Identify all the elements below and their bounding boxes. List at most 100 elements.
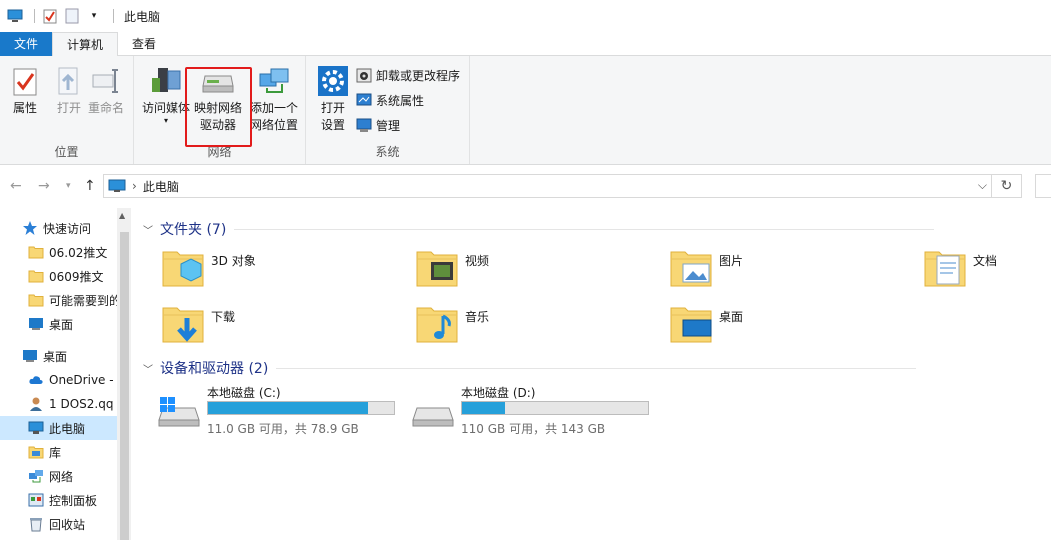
folder-item[interactable]: 文档 — [923, 246, 1051, 296]
up-arrow-icon[interactable]: ↑ — [84, 178, 96, 194]
drive-item[interactable]: 本地磁盘 (D:) 110 GB 可用，共 143 GB — [411, 384, 661, 438]
window-title: 此电脑 — [124, 9, 161, 24]
sidebar-item-label: 桌面 — [43, 349, 68, 364]
properties-button[interactable]: 属性 — [8, 64, 42, 117]
folder-name: 图片 — [719, 254, 744, 268]
properties-icon[interactable] — [41, 7, 59, 25]
sidebar-item[interactable]: 网络 — [0, 464, 118, 488]
folders-section-header[interactable]: ﹀ 文件夹 (7) — [143, 219, 1043, 239]
group-label-location: 位置 — [54, 145, 79, 159]
cloud-icon — [28, 372, 44, 388]
settings-gear-icon — [316, 64, 350, 98]
sidebar-item-label: 此电脑 — [49, 421, 86, 436]
breadcrumb[interactable]: 此电脑 — [143, 178, 179, 195]
desktop-icon — [28, 316, 44, 332]
open-button[interactable]: 打开 — [52, 64, 86, 117]
folder-name: 音乐 — [465, 310, 490, 324]
uninstall-icon — [356, 68, 372, 83]
sidebar-item[interactable]: OneDrive - Pe — [0, 368, 118, 392]
recent-locations-dropdown-icon[interactable]: ▾ — [66, 181, 71, 191]
collapse-chevron-icon[interactable]: ﹀ — [143, 222, 153, 237]
system-properties-button[interactable]: 系统属性 — [356, 89, 424, 111]
sidebar-item-label: 快速访问 — [43, 221, 92, 236]
drive-name: 本地磁盘 (D:) — [461, 386, 536, 400]
uninstall-program-button[interactable]: 卸载或更改程序 — [356, 64, 460, 86]
sidebar-item[interactable]: 库 — [0, 440, 118, 464]
sidebar-item[interactable]: 桌面 — [0, 344, 118, 368]
tab-view[interactable]: 查看 — [118, 32, 170, 56]
collapse-chevron-icon[interactable]: ﹀ — [143, 361, 153, 376]
documents-folder-icon — [924, 251, 966, 287]
sidebar-item[interactable]: 快速访问 — [0, 216, 118, 240]
folder-item[interactable]: 3D 对象 — [161, 246, 401, 296]
folder-item[interactable]: 音乐 — [415, 302, 655, 352]
scrollbar-thumb[interactable] — [120, 232, 129, 540]
new-folder-icon[interactable] — [63, 7, 81, 25]
music-folder-icon — [416, 307, 458, 343]
separator — [34, 9, 35, 23]
star-icon — [22, 220, 38, 236]
drive-item[interactable]: 本地磁盘 (C:) 11.0 GB 可用，共 78.9 GB — [157, 384, 407, 438]
sidebar-item[interactable]: 控制面板 — [0, 488, 118, 512]
open-icon — [52, 64, 86, 98]
sidebar-item[interactable]: 可能需要到的 — [0, 288, 118, 312]
drive-free-space: 11.0 GB 可用，共 78.9 GB — [207, 422, 359, 436]
recycle-bin-icon — [28, 516, 44, 532]
title-bar: ▾ 此电脑 — [0, 0, 1051, 32]
drive-usage-fill — [208, 402, 368, 414]
sidebar-item-label: 1 DOS2.qq — [49, 397, 114, 411]
folder-item[interactable]: 桌面 — [669, 302, 909, 352]
folder-name: 3D 对象 — [211, 254, 256, 268]
navigation-pane: 快速访问06.02推文0609推文可能需要到的桌面桌面OneDrive - Pe… — [0, 208, 131, 540]
media-server-icon — [149, 64, 183, 98]
sidebar-item-label: 控制面板 — [49, 493, 98, 508]
sidebar-item[interactable]: 回收站 — [0, 512, 118, 536]
folder-name: 桌面 — [719, 310, 744, 324]
folder-item[interactable]: 视频 — [415, 246, 655, 296]
tab-file[interactable]: 文件 — [0, 32, 52, 56]
sidebar-item[interactable]: 0609推文 — [0, 264, 118, 288]
back-arrow-icon[interactable]: ← — [10, 178, 22, 194]
pc-icon[interactable] — [6, 7, 24, 25]
address-bar[interactable]: › 此电脑 ⌵ — [103, 174, 992, 198]
hard-drive-icon — [158, 397, 200, 427]
access-media-button[interactable]: 访问媒体 ▾ — [142, 64, 190, 125]
manage-button[interactable]: 管理 — [356, 114, 400, 136]
sidebar-item[interactable]: 桌面 — [0, 312, 118, 336]
sidebar-item-label: 0609推文 — [49, 269, 104, 284]
3d-objects-folder-icon — [162, 251, 204, 287]
address-dropdown-icon[interactable]: ⌵ — [978, 178, 987, 193]
sidebar-item[interactable]: 此电脑 — [0, 416, 118, 440]
breadcrumb-chevron-icon[interactable]: › — [132, 179, 137, 193]
drives-section-header[interactable]: ﹀ 设备和驱动器 (2) — [143, 358, 1043, 378]
drive-name: 本地磁盘 (C:) — [207, 386, 281, 400]
hard-drive-icon — [412, 407, 454, 427]
folder-name: 视频 — [465, 254, 490, 268]
refresh-button[interactable]: ↻ — [992, 174, 1022, 198]
forward-arrow-icon[interactable]: → — [38, 178, 50, 194]
drive-usage-bar — [207, 401, 395, 415]
pictures-folder-icon — [670, 251, 712, 287]
sidebar-item-label: 桌面 — [49, 317, 74, 332]
search-input[interactable] — [1035, 174, 1051, 198]
tab-computer[interactable]: 计算机 — [52, 32, 119, 57]
customize-dropdown-icon[interactable]: ▾ — [85, 7, 103, 25]
folder-item[interactable]: 下载 — [161, 302, 401, 352]
sidebar-item[interactable]: 1 DOS2.qq — [0, 392, 118, 416]
add-network-location-button[interactable]: 添加一个 网络位置 — [250, 64, 298, 134]
drive-free-space: 110 GB 可用，共 143 GB — [461, 422, 606, 436]
ribbon-group-location: 属性 打开 重命名 位置 — [0, 56, 134, 164]
network-icon — [28, 468, 44, 484]
open-settings-button[interactable]: 打开 设置 — [316, 64, 350, 134]
sidebar-item[interactable]: 06.02推文 — [0, 240, 118, 264]
folder-item[interactable]: 图片 — [669, 246, 909, 296]
divider — [234, 228, 935, 230]
control-panel-icon — [28, 492, 44, 508]
group-label-system: 系统 — [375, 145, 400, 159]
rename-button[interactable]: 重命名 — [88, 64, 124, 117]
scroll-up-arrow-icon[interactable]: ▲ — [119, 211, 125, 220]
content-pane: ﹀ 文件夹 (7) 3D 对象 视频 图片 文档下载 音乐 桌面 ﹀ 设备和驱动器 (2)… — [133, 208, 1051, 540]
ribbon: 属性 打开 重命名 位置 访问媒体 ▾ 映射网络 驱动器 添加一个 网络位置 网… — [0, 56, 1051, 165]
quick-access-toolbar: ▾ — [6, 7, 120, 25]
drive-usage-bar — [461, 401, 649, 415]
